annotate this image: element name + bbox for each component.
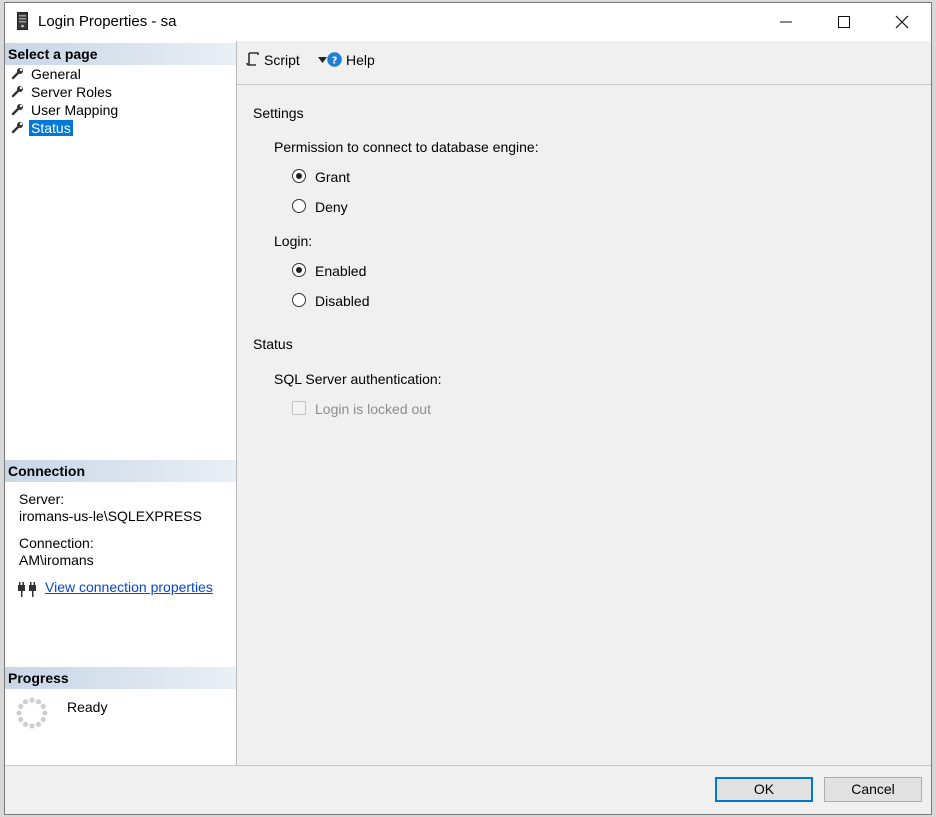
view-connection-properties-link[interactable]: View connection properties [45,579,213,595]
page-item-label: Status [29,120,73,136]
script-label: Script [264,52,300,68]
page-item-user-mapping[interactable]: User Mapping [10,101,120,119]
login-properties-dialog: Login Properties - sa Select a page Gene… [4,2,932,815]
ok-button[interactable]: OK [715,777,813,802]
window-title: Login Properties - sa [38,13,177,30]
radio-button[interactable] [292,293,306,307]
radio-button[interactable] [292,263,306,277]
chevron-down-icon[interactable] [318,57,327,63]
progress-spinner-icon [16,697,48,729]
grant-label: Grant [315,169,351,185]
server-label: Server: [19,491,65,507]
maximize-icon [838,16,850,28]
radio-button[interactable] [292,199,306,213]
select-page-header: Select a page [5,43,236,65]
plug-icon [18,582,36,597]
enabled-label: Enabled [315,263,367,279]
permission-label: Permission to connect to database engine… [274,139,539,155]
deny-label: Deny [315,199,348,215]
right-pane: Script ? Help Settings Permission to con… [237,41,931,765]
radio-selected-dot [296,173,302,179]
page-item-server-roles[interactable]: Server Roles [10,83,120,101]
locked-out-label: Login is locked out [315,401,431,417]
wrench-icon [11,122,23,134]
server-icon [17,12,28,30]
server-value: iromans-us-le\SQLEXPRESS [19,508,202,524]
close-icon [895,15,909,29]
wrench-icon [11,68,23,80]
cancel-button[interactable]: Cancel [824,777,922,802]
progress-status: Ready [67,699,108,715]
close-button[interactable] [873,3,931,41]
status-title: Status [253,336,293,352]
page-item-label: Server Roles [31,84,112,100]
radio-selected-dot [296,267,302,273]
disabled-label: Disabled [315,293,370,309]
script-icon [246,52,259,66]
wrench-icon [11,104,23,116]
help-label: Help [346,52,375,68]
connection-header: Connection [5,460,236,482]
page-item-status[interactable]: Status [10,119,120,137]
dialog-footer: OK Cancel [5,765,931,814]
page-list: General Server Roles User Mapping Status [10,65,120,137]
connection-label: Connection: [19,535,94,551]
checkbox [292,401,306,415]
progress-header: Progress [5,667,236,689]
wrench-icon [11,86,23,98]
radio-button[interactable] [292,169,306,183]
sql-auth-label: SQL Server authentication: [274,371,442,387]
page-item-general[interactable]: General [10,65,120,83]
connection-value: AM\iromans [19,552,94,568]
page-item-label: General [31,66,81,82]
connection-info: Connection: AM\iromans [19,535,94,569]
help-icon: ? [327,52,342,67]
minimize-button[interactable] [757,3,815,41]
status-page-content: Settings Permission to connect to databa… [237,85,931,765]
left-pane: Select a page General Server Roles User … [5,41,237,765]
server-info: Server: iromans-us-le\SQLEXPRESS [19,491,202,525]
title-bar[interactable]: Login Properties - sa [5,3,931,41]
page-item-label: User Mapping [31,102,119,118]
svg-text:?: ? [332,56,338,67]
settings-title: Settings [253,105,304,121]
toolbar: Script ? Help [237,41,931,85]
minimize-icon [780,21,792,23]
login-label: Login: [274,233,313,249]
maximize-button[interactable] [815,3,873,41]
